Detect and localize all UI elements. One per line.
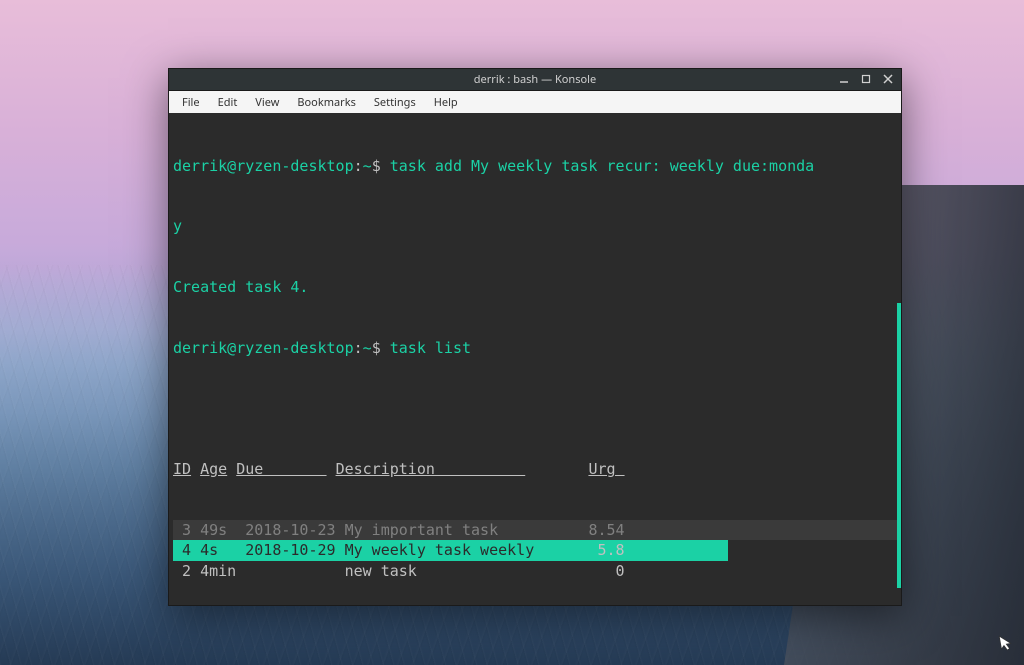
command-2: task list (390, 339, 471, 357)
prompt-dollar: $ (372, 157, 381, 175)
menu-help[interactable]: Help (425, 93, 467, 112)
maximize-button[interactable] (859, 72, 873, 86)
cell-age: 49s (200, 521, 236, 539)
header-due: Due (236, 460, 326, 478)
table-row: 3 49s 2018-10-23 My important task 8.54 (173, 520, 897, 540)
prompt-dollar: $ (372, 339, 381, 357)
cell-desc: new task (345, 562, 535, 580)
menu-view[interactable]: View (246, 93, 288, 112)
command-1: task add My weekly task recur: weekly du… (390, 157, 814, 175)
cell-id: 2 (173, 562, 191, 580)
window-controls (837, 72, 895, 86)
header-urg: Urg (588, 460, 624, 478)
header-id: ID (173, 460, 191, 478)
window-title: derrik : bash — Konsole (474, 72, 596, 87)
minimize-button[interactable] (837, 72, 851, 86)
table-row: 4 4s 2018-10-29 My weekly task weekly 5.… (173, 540, 897, 560)
cell-id: 4 (173, 541, 191, 559)
blank-line (173, 399, 897, 419)
menu-bookmarks[interactable]: Bookmarks (288, 93, 364, 112)
prompt-user: derrik@ryzen-desktop (173, 339, 354, 357)
close-button[interactable] (881, 72, 895, 86)
menu-edit[interactable]: Edit (209, 93, 247, 112)
table-row: 2 4min new task 0 (173, 561, 897, 581)
cell-due: 2018-10-23 (245, 521, 335, 539)
cell-urg: 0 (588, 562, 624, 580)
scrollbar-thumb[interactable] (897, 303, 901, 588)
window-titlebar[interactable]: derrik : bash — Konsole (169, 69, 901, 91)
menu-settings[interactable]: Settings (365, 93, 425, 112)
header-desc: Description (336, 460, 526, 478)
terminal-output[interactable]: derrik@ryzen-desktop:~$ task add My week… (169, 113, 901, 605)
cell-desc: My important task (345, 521, 535, 539)
cell-desc: My weekly task weekly (345, 541, 535, 559)
konsole-window: derrik : bash — Konsole File Edit View B… (168, 68, 902, 606)
output-1: Created task 4. (173, 278, 308, 296)
prompt-sep: : (354, 339, 363, 357)
cell-due (245, 562, 335, 580)
cell-urg: 8.54 (588, 521, 624, 539)
header-age: Age (200, 460, 227, 478)
menu-bar: File Edit View Bookmarks Settings Help (169, 91, 901, 113)
cell-id: 3 (173, 521, 191, 539)
cell-urg: 5.8 (588, 541, 624, 559)
prompt-path: ~ (363, 157, 372, 175)
command-1-wrap: y (173, 217, 182, 235)
menu-file[interactable]: File (173, 93, 209, 112)
prompt-user: derrik@ryzen-desktop (173, 157, 354, 175)
prompt-sep: : (354, 157, 363, 175)
cell-due: 2018-10-29 (245, 541, 335, 559)
cell-age: 4s (200, 541, 236, 559)
table-header-row: ID Age Due Description Urg (173, 459, 897, 479)
prompt-path: ~ (363, 339, 372, 357)
cell-age: 4min (200, 562, 236, 580)
